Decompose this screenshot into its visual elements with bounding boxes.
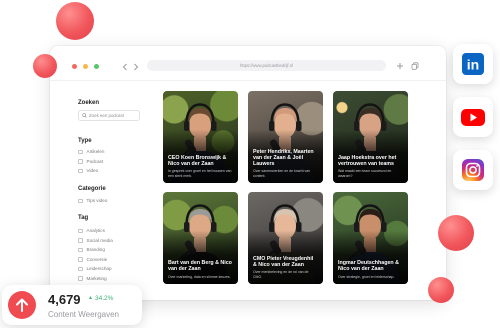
decorative-circle [33,54,57,78]
filter-option[interactable]: Podcast [78,157,104,167]
option-label: Tips video [86,198,108,204]
card-caption: Bart van den Berg & Nico van der Zaan Ov… [168,260,233,279]
instagram-button[interactable] [453,150,493,190]
podcast-card[interactable]: Jaap Hoekstra over het vertrouwen van te… [333,91,408,183]
card-caption: Jaap Hoekstra over het vertrouwen van te… [338,155,403,178]
filter-sidebar: Zoeken Type Artikelen Podcast Video Cate… [78,46,150,300]
linkedin-button[interactable]: in [453,44,493,84]
podcast-card[interactable]: CEO Koen Bronswijk & Nico van der Zaan I… [163,91,238,183]
option-label: Analytics [86,228,105,234]
checkbox[interactable] [78,168,83,173]
filter-option[interactable]: Social media [78,236,113,246]
card-title: CEO Koen Bronswijk & Nico van der Zaan [168,154,227,167]
youtube-icon [461,108,485,126]
card-subtitle: Wat maakt een team succesvol en waarom? [338,169,392,178]
plus-icon[interactable] [396,62,404,70]
card-title: CMO Pieter Vreugdenhil & Nico van der Za… [253,255,314,268]
card-subtitle: Over strategie, groei en leiderschap. [338,274,395,279]
url-text: https://www.podcastbedrijf.nl [239,63,294,68]
filter-option[interactable]: Video [78,166,104,176]
filter-option[interactable]: Analytics [78,226,113,236]
type-options: Artikelen Podcast Video [78,147,104,176]
trend-up-icon: ▲ [88,295,93,301]
decorative-circle [438,215,474,251]
podcast-card[interactable]: CMO Pieter Vreugdenhil & Nico van der Za… [248,192,323,284]
browser-window: https://www.podcastbedrijf.nl Zoeken Typ… [50,46,446,300]
filter-option[interactable]: Conversie [78,255,113,265]
option-label: Podcast [86,158,104,164]
search-label: Zoeken [78,100,100,106]
podcast-card[interactable]: Bart van den Berg & Nico van der Zaan Ov… [163,192,238,284]
search-input[interactable] [87,111,139,120]
category-options: Tips video [78,196,107,206]
tag-heading: Tag [78,215,89,221]
card-caption: Ingmar Deutschhagen & Nico van der Zaan … [338,260,403,279]
checkbox[interactable] [78,149,83,154]
filter-option[interactable]: Artikelen [78,147,104,157]
card-title: Ingmar Deutschhagen & Nico van der Zaan [338,260,399,273]
card-caption: CMO Pieter Vreugdenhil & Nico van der Za… [253,256,318,279]
decorative-circle [428,277,454,303]
window-close-dot[interactable] [72,64,77,69]
stats-card: 4,679 ▲ 34.2% Content Weergaven [2,285,142,325]
card-caption: CEO Koen Bronswijk & Nico van der Zaan I… [168,155,233,178]
option-label: Video [86,168,99,174]
instagram-icon [462,159,484,181]
linkedin-icon: in [462,53,484,75]
youtube-button[interactable] [453,97,493,137]
option-label: Branding [86,247,105,253]
card-subtitle: Over merkbeleving en de rol van de CMO. [253,270,309,279]
card-subtitle: Over samenwerken en de kracht van conten… [253,169,311,178]
svg-text:in: in [467,57,479,73]
option-label: Leiderschap [86,266,112,272]
card-title: Bart van den Berg & Nico van der Zaan [168,260,232,273]
card-title: Peter Hendriks, Maarten van der Zaan & J… [253,148,314,168]
stat-label: Content Weergaven [48,310,120,319]
option-label: Conversie [86,256,108,262]
card-title: Jaap Hoekstra over het vertrouwen van te… [338,154,397,167]
option-label: Social media [86,237,113,243]
card-subtitle: Over marketing, data en slimme keuzes. [168,274,231,279]
category-heading: Categorie [78,186,106,192]
checkbox[interactable] [78,266,83,271]
checkbox[interactable] [78,238,83,243]
checkbox[interactable] [78,276,83,281]
checkbox[interactable] [78,228,83,233]
option-label: Artikelen [86,149,105,155]
stat-value: 4,679 [48,292,81,307]
checkbox[interactable] [78,247,83,252]
checkbox[interactable] [78,257,83,262]
address-bar[interactable]: https://www.podcastbedrijf.nl [147,60,386,71]
copy-icon[interactable] [411,62,419,70]
podcast-card[interactable]: Peter Hendriks, Maarten van der Zaan & J… [248,91,323,183]
arrow-up-icon [8,291,36,319]
stat-change: 34.2% [95,294,114,302]
checkbox[interactable] [78,198,83,203]
search-field[interactable] [78,110,140,121]
option-label: Marketing [86,275,107,281]
checkbox[interactable] [78,159,83,164]
filter-option[interactable]: Tips video [78,196,107,206]
tag-options: Analytics Social media Branding Conversi… [78,226,113,283]
card-subtitle: In gesprek over groei en het bouwen van … [168,169,232,178]
type-heading: Type [78,138,92,144]
filter-option[interactable]: Marketing [78,274,113,284]
podcast-card[interactable]: Ingmar Deutschhagen & Nico van der Zaan … [333,192,408,284]
filter-option[interactable]: Leiderschap [78,264,113,274]
card-caption: Peter Hendriks, Maarten van der Zaan & J… [253,149,318,179]
decorative-circle [56,2,94,40]
filter-option[interactable]: Branding [78,245,113,255]
